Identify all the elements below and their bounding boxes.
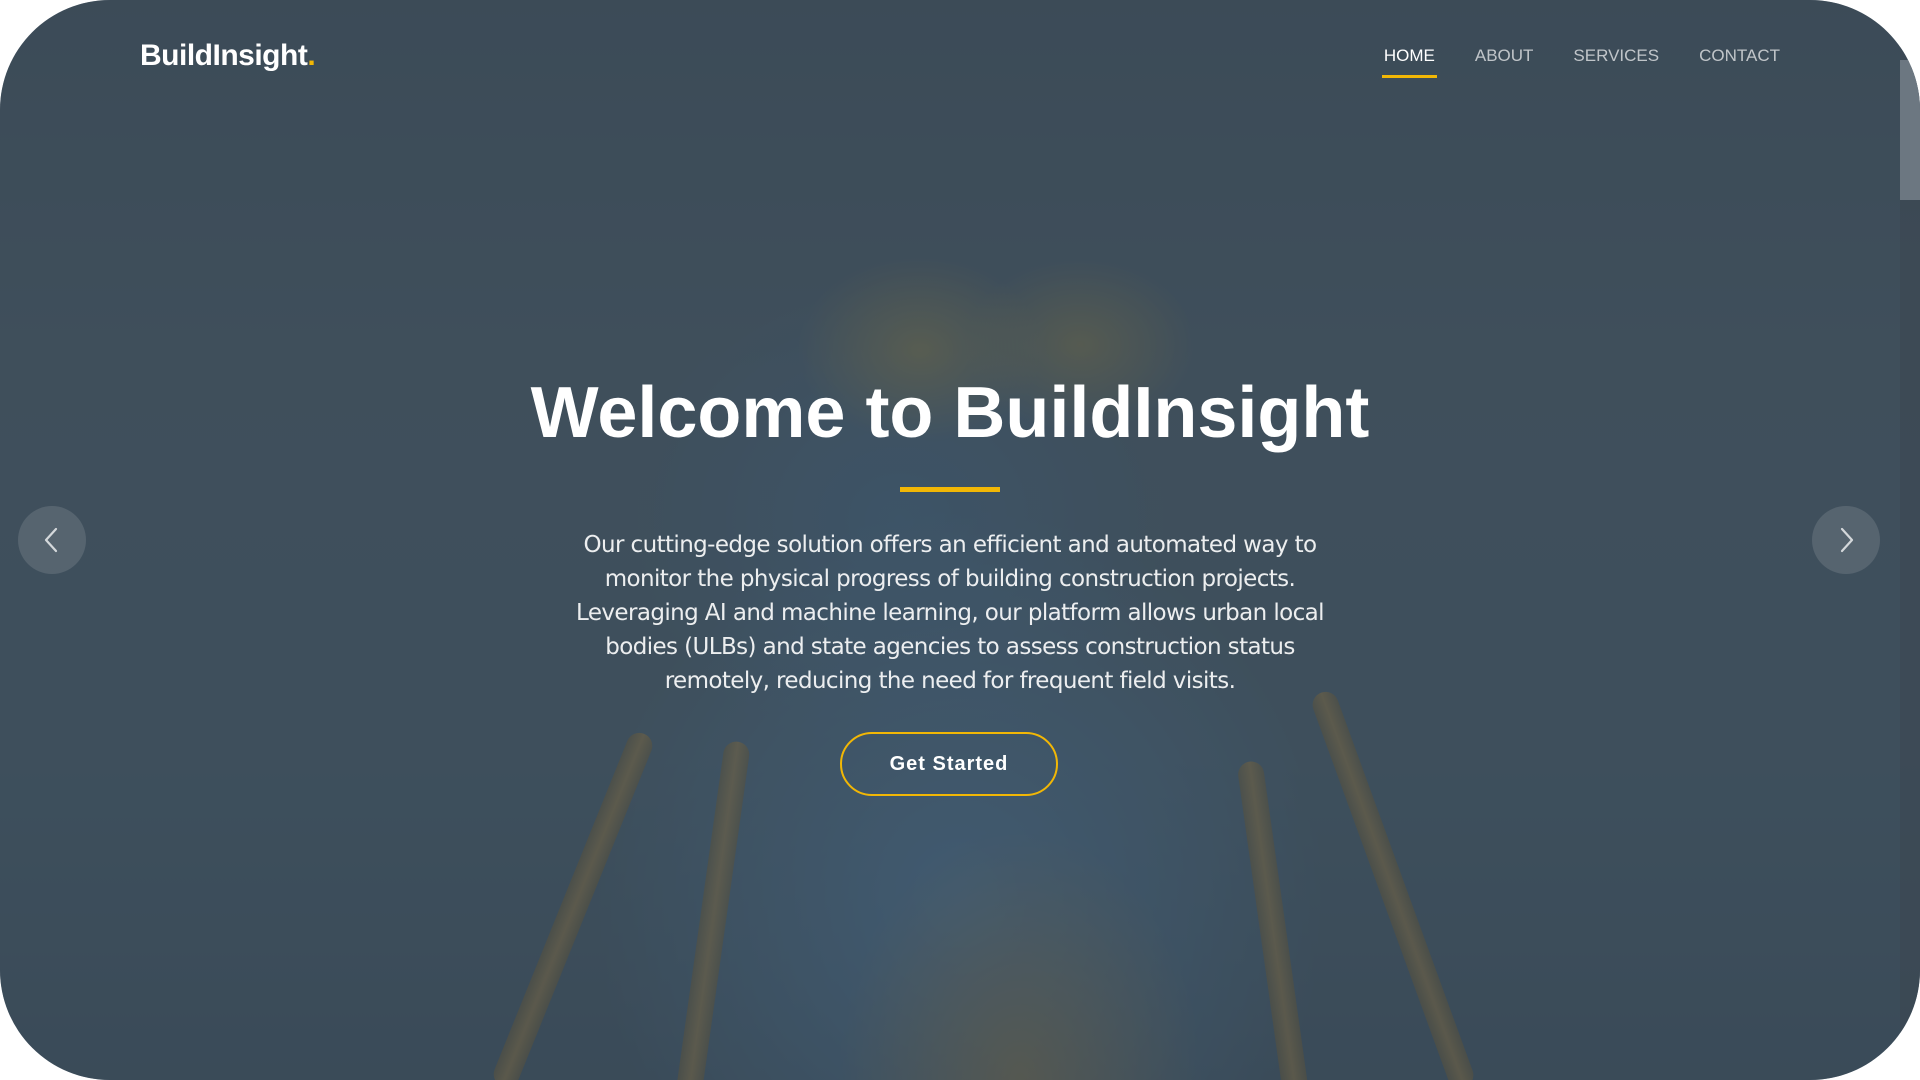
scrollbar-thumb[interactable] — [1900, 60, 1920, 200]
chevron-right-icon — [1840, 527, 1854, 553]
hero-section: Welcome to BuildInsight Our cutting-edge… — [0, 0, 1900, 1080]
get-started-button[interactable]: Get Started — [840, 732, 1058, 796]
scrollbar[interactable] — [1900, 0, 1920, 1080]
hero-title: Welcome to BuildInsight — [530, 373, 1370, 453]
carousel-next-button[interactable] — [1812, 506, 1880, 574]
hero-description: Our cutting-edge solution offers an effi… — [576, 532, 1324, 694]
carousel-prev-button[interactable] — [18, 506, 86, 574]
chevron-left-icon — [44, 527, 58, 553]
title-underline — [900, 487, 1000, 492]
hero-background: BuildInsight. HOME ABOUT SERVICES CONTAC… — [0, 0, 1920, 1080]
